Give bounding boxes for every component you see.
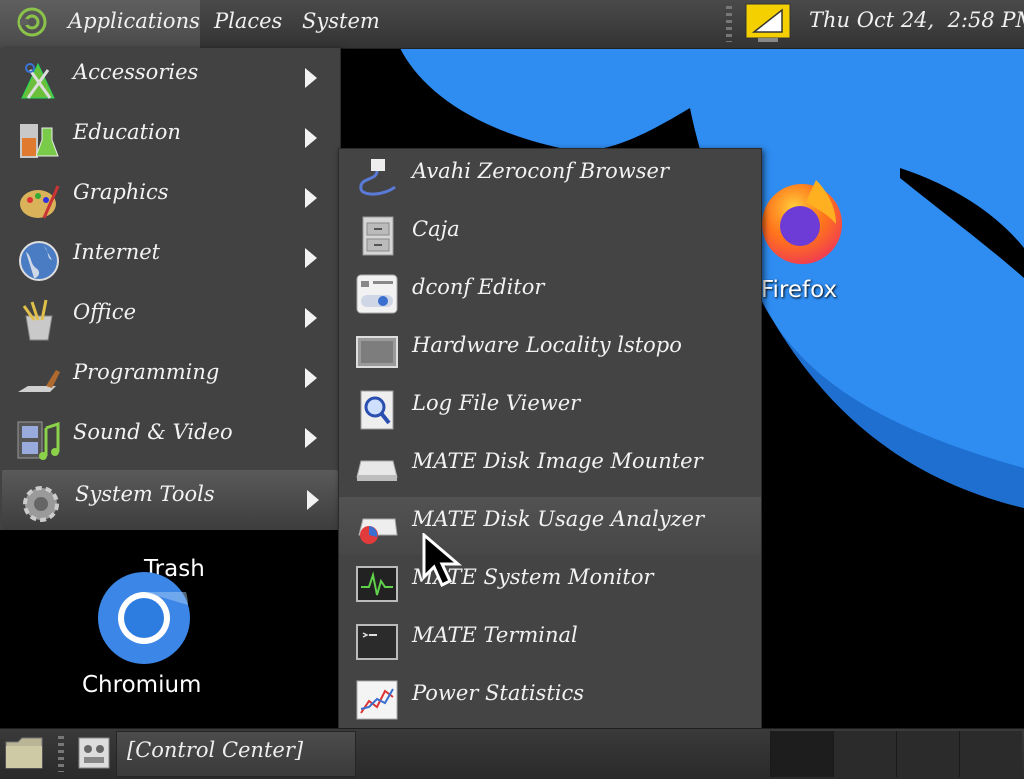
workspace-2[interactable] <box>833 731 896 777</box>
menu-item-education[interactable]: Education <box>0 108 340 168</box>
menu-item-dconf-editor[interactable]: dconf Editor <box>339 265 761 323</box>
system-tools-icon <box>23 486 59 522</box>
clock[interactable]: Thu Oct 24, 2:58 PM <box>809 0 1024 40</box>
mouse-cursor-icon <box>422 533 463 587</box>
power-stats-icon <box>356 680 398 720</box>
submenu-arrow-icon <box>305 308 317 328</box>
menu-item-label: Avahi Zeroconf Browser <box>412 159 670 183</box>
hardware-icon <box>356 336 398 368</box>
office-icon <box>22 299 53 341</box>
menu-item-label: Log File Viewer <box>412 391 581 415</box>
education-icon <box>20 124 59 158</box>
menu-item-label: Power Statistics <box>412 681 585 705</box>
menu-item-graphics[interactable]: Graphics <box>0 168 340 228</box>
submenu-arrow-icon <box>305 128 317 148</box>
menu-item-label: MATE Disk Image Mounter <box>412 449 703 473</box>
chromium-icon <box>98 572 190 664</box>
workspace-3[interactable] <box>896 731 959 777</box>
workspace-1[interactable] <box>770 731 833 777</box>
terminal-icon <box>356 624 398 660</box>
menu-item-mate-system-monitor[interactable]: MATE System Monitor <box>339 555 761 613</box>
menu-item-label: Sound & Video <box>73 420 233 444</box>
show-desktop-icon[interactable] <box>4 734 44 772</box>
applications-menu: Accessories Education Graphics Internet <box>0 48 341 530</box>
menu-item-caja[interactable]: Caja <box>339 207 761 265</box>
mate-logo-icon <box>17 7 47 37</box>
graphics-icon <box>20 185 60 219</box>
panel-drag-handle[interactable] <box>58 736 64 772</box>
system-menu-button[interactable]: System <box>302 0 380 48</box>
system-tools-submenu: Avahi Zeroconf Browser Caja dconf Editor… <box>338 148 762 730</box>
menu-item-label: Programming <box>73 360 220 384</box>
menu-item-label: Caja <box>412 217 460 241</box>
menu-item-mate-disk-image-mounter[interactable]: MATE Disk Image Mounter <box>339 439 761 497</box>
disk-usage-icon <box>358 518 398 544</box>
dconf-icon <box>356 274 398 314</box>
menu-item-label: MATE Disk Usage Analyzer <box>412 507 705 531</box>
submenu-arrow-icon <box>305 368 317 388</box>
menu-item-label: Internet <box>73 240 161 264</box>
log-viewer-icon <box>360 390 394 430</box>
menu-item-label: System Tools <box>75 482 215 506</box>
sound-video-icon <box>17 421 60 460</box>
taskbar-button-label: [Control Center] <box>127 738 304 762</box>
bottom-panel: [Control Center] <box>0 728 1024 779</box>
display-settings-icon[interactable] <box>744 2 792 44</box>
file-cabinet-icon <box>362 216 394 256</box>
submenu-arrow-icon <box>305 428 317 448</box>
menu-item-label: MATE Terminal <box>412 623 578 647</box>
control-center-icon[interactable] <box>78 737 110 769</box>
menu-item-mate-terminal[interactable]: MATE Terminal <box>339 613 761 671</box>
submenu-arrow-icon <box>305 188 317 208</box>
applications-menu-button[interactable]: Applications <box>0 0 200 48</box>
workspace-4[interactable] <box>959 731 1022 777</box>
menu-item-accessories[interactable]: Accessories <box>0 48 340 108</box>
menu-item-power-statistics[interactable]: Power Statistics <box>339 671 761 729</box>
menu-item-avahi-zeroconf-browser[interactable]: Avahi Zeroconf Browser <box>339 149 761 207</box>
firefox-icon <box>762 180 842 264</box>
taskbar-button-control-center[interactable]: [Control Center] <box>116 731 356 777</box>
menu-item-label: Accessories <box>73 60 199 84</box>
menu-item-mate-disk-usage-analyzer[interactable]: MATE Disk Usage Analyzer <box>339 497 761 555</box>
menu-item-log-file-viewer[interactable]: Log File Viewer <box>339 381 761 439</box>
internet-icon <box>19 241 59 281</box>
menu-item-label: Hardware Locality lstopo <box>412 333 682 357</box>
menu-item-label: Office <box>73 300 136 324</box>
menu-item-office[interactable]: Office <box>0 288 340 348</box>
firefox-label: Firefox <box>761 277 838 303</box>
menu-item-label: Graphics <box>73 180 169 204</box>
menu-item-internet[interactable]: Internet <box>0 228 340 288</box>
places-menu-button[interactable]: Places <box>214 0 282 48</box>
submenu-arrow-icon <box>307 490 319 510</box>
disk-mounter-icon <box>356 460 398 481</box>
menu-item-programming[interactable]: Programming <box>0 348 340 408</box>
accessories-icon <box>21 62 55 99</box>
programming-icon <box>18 370 60 392</box>
menu-item-label: Education <box>73 120 181 144</box>
system-monitor-icon <box>356 566 398 602</box>
menu-item-system-tools[interactable]: System Tools <box>2 470 338 530</box>
avahi-icon <box>359 159 396 196</box>
top-panel: Applications Places System Thu Oct 24, 2… <box>0 0 1024 49</box>
panel-drag-handle[interactable] <box>726 6 732 42</box>
menu-item-label: dconf Editor <box>412 275 545 299</box>
applications-label: Applications <box>68 9 200 33</box>
submenu-arrow-icon <box>305 248 317 268</box>
menu-item-sound-video[interactable]: Sound & Video <box>0 408 340 468</box>
submenu-arrow-icon <box>305 68 317 88</box>
menu-item-hardware-locality-lstopo[interactable]: Hardware Locality lstopo <box>339 323 761 381</box>
chromium-label: Chromium <box>82 672 202 698</box>
